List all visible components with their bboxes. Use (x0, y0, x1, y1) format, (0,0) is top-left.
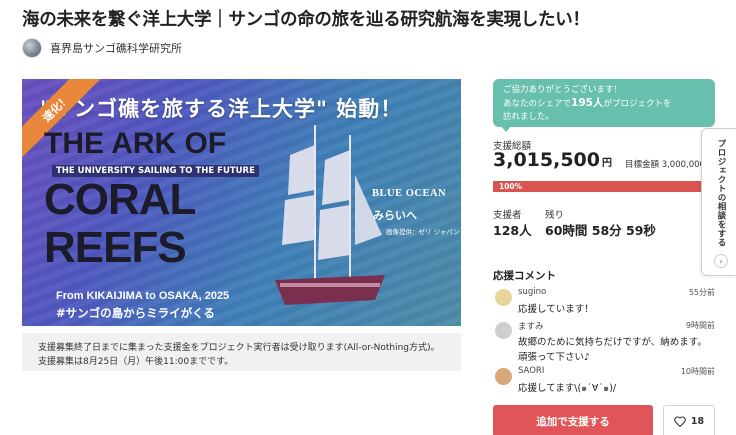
blue-ocean-label: BLUE OCEAN (372, 188, 447, 199)
project-owner[interactable]: 喜界島サンゴ礁科学研究所 (22, 38, 182, 58)
add-support-button[interactable]: 追加で支援する (493, 405, 653, 435)
comment-body: 応援してます\(๑˙∀˙๑)/ (518, 383, 617, 394)
comment-author[interactable]: SAORI (518, 366, 544, 376)
favorite-button[interactable]: 18 (663, 405, 715, 435)
comment-body: 故郷のために気持ちだけですが、納めます。 頑張って下さい♪ (518, 337, 707, 363)
bubble-tail (500, 125, 512, 132)
heart-icon (674, 415, 686, 427)
comment-time: 9時間前 (685, 321, 715, 330)
thanks-line2: あなたのシェアで195人がプロジェクトを (503, 97, 672, 109)
share-visitor-count: 195人 (571, 97, 604, 109)
hero-title-line2: CORAL (44, 175, 196, 224)
owner-avatar[interactable] (22, 38, 42, 58)
favorite-count: 18 (690, 415, 705, 427)
sailing-ship-icon (275, 125, 385, 305)
avatar[interactable] (495, 289, 512, 306)
photo-credit: 画像提供：ゼリ ジャパン (386, 228, 460, 236)
consult-label[interactable]: プロジェクトの相談をする (715, 139, 727, 247)
mirai-label: みらいへ (373, 209, 417, 222)
hero-route: From KIKAIJIMA to OSAKA, 2025 (56, 290, 230, 302)
progress-fill (493, 181, 715, 192)
progress-percent: 100% (499, 182, 523, 191)
comments-title: 応援コメント (493, 270, 556, 282)
consult-tab[interactable]: プロジェクトの相談をする › (701, 128, 736, 276)
remaining-label: 残り (545, 210, 565, 221)
comment-item[interactable]: sugino 55分前 応援しています！ (493, 287, 715, 317)
comment-body: 応援しています！ (518, 304, 594, 315)
page-title: 海の未来を繋ぐ洋上大学｜サンゴの命の旅を辿る研究航海を実現したい！ (22, 10, 590, 30)
comment-author[interactable]: sugino (518, 287, 546, 297)
comment-item[interactable]: ますみ 9時間前 故郷のために気持ちだけですが、納めます。 頑張って下さい♪ (493, 320, 715, 364)
comment-time: 10時間前 (680, 367, 715, 376)
hero-title-line1: THE ARK OF (44, 127, 227, 160)
avatar[interactable] (495, 368, 512, 385)
remaining-value: 60時間 58分 59秒 (545, 223, 656, 238)
thanks-line1: ご協力ありがとうございます！ (503, 85, 623, 95)
hero-title-line3: REEFS (44, 223, 187, 272)
funding-note: 支援募集終了日までに集まった支援金をプロジェクト実行者は受け取ります(All-o… (22, 333, 461, 371)
supporters-value: 128人 (493, 223, 532, 238)
comment-item[interactable]: SAORI 10時間前 応援してます\(๑˙∀˙๑)/ (493, 366, 715, 396)
share-thanks-bubble: ご協力ありがとうございます！ あなたのシェアで195人がプロジェクトを 訪れまし… (493, 79, 715, 127)
avatar[interactable] (495, 322, 512, 339)
progress-bar (493, 181, 715, 192)
hero-image: "サンゴ礁を旅する洋上大学" 始動！ 速化！ THE ARK OF THE UN… (22, 79, 461, 326)
thanks-line3: 訪れました。 (503, 112, 555, 122)
chevron-right-icon[interactable]: › (714, 254, 728, 268)
supporters-label: 支援者 (493, 210, 522, 221)
hero-hashtag: #サンゴの島からミライがくる (56, 306, 215, 320)
comment-time: 55分前 (688, 288, 715, 297)
comment-author[interactable]: ますみ (518, 320, 544, 332)
total-amount: 3,015,500 円 (493, 149, 612, 171)
owner-name[interactable]: 喜界島サンゴ礁科学研究所 (50, 40, 182, 56)
